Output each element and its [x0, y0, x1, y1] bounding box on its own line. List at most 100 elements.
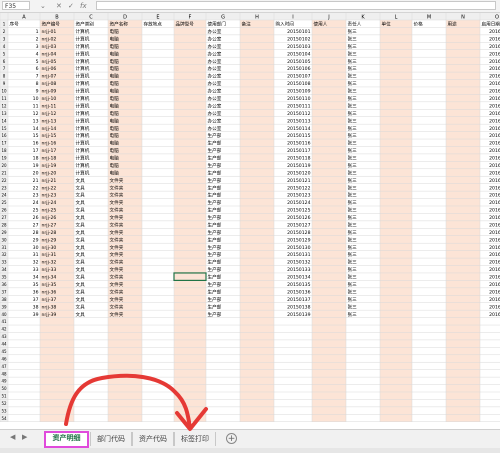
table-cell[interactable]: 1 [36, 29, 39, 35]
table-cell[interactable]: 20160108 [489, 81, 500, 87]
table-cell[interactable]: 20160133 [489, 267, 500, 273]
table-cell[interactable]: nrjj-09 [42, 89, 57, 95]
table-cell[interactable]: 办公室 [208, 35, 222, 42]
table-cell[interactable]: 文件夹 [110, 192, 124, 199]
table-cell[interactable]: 电脑 [110, 140, 120, 147]
column-header-f[interactable]: F [189, 15, 192, 21]
table-cell[interactable]: 20150123 [287, 193, 310, 199]
table-cell[interactable]: nrjj-38 [42, 304, 57, 310]
table-cell[interactable]: 11 [33, 103, 39, 109]
table-cell[interactable]: nrjj-11 [42, 103, 57, 109]
dropdown-icon[interactable]: ⌄ [40, 1, 46, 11]
table-cell[interactable]: 张三 [348, 58, 358, 65]
table-cell[interactable]: nrjj-36 [42, 289, 57, 295]
table-cell[interactable]: 电脑 [110, 65, 120, 72]
table-cell[interactable]: 20150132 [287, 260, 310, 266]
table-cell[interactable]: 计算机 [76, 88, 90, 95]
header-cell[interactable]: 存放地点 [144, 21, 163, 28]
table-cell[interactable]: 20150117 [287, 148, 310, 154]
table-cell[interactable]: nrjj-27 [42, 222, 57, 228]
table-cell[interactable]: 24 [33, 200, 39, 206]
table-cell[interactable]: 文具 [76, 207, 86, 214]
row-number[interactable]: 36 [1, 282, 7, 287]
table-cell[interactable]: 20150120 [287, 170, 310, 176]
table-cell[interactable]: nrjj-01 [42, 29, 57, 35]
table-cell[interactable]: 20150136 [287, 289, 310, 295]
table-cell[interactable]: 文件夹 [110, 303, 124, 310]
column-header-b[interactable]: B [55, 15, 59, 21]
table-cell[interactable]: 15 [33, 133, 39, 139]
table-cell[interactable]: 20160126 [489, 215, 500, 221]
table-cell[interactable]: 电脑 [110, 58, 120, 65]
row-number[interactable]: 45 [1, 349, 7, 354]
tab-label-print[interactable]: 标签打印 [174, 432, 216, 446]
row-number[interactable]: 31 [1, 245, 7, 250]
table-cell[interactable]: 20160119 [489, 163, 500, 169]
table-cell[interactable]: 生产部 [208, 214, 222, 221]
tab-asset-code[interactable]: 资产代码 [132, 432, 174, 446]
table-cell[interactable]: 电脑 [110, 35, 120, 42]
table-cell[interactable]: 20150126 [287, 215, 310, 221]
table-cell[interactable]: 计算机 [76, 125, 90, 132]
table-cell[interactable]: 20160113 [489, 118, 500, 124]
fx-icon[interactable]: fx [80, 1, 87, 11]
column-header-e[interactable]: E [156, 15, 159, 21]
table-cell[interactable]: 计算机 [76, 58, 90, 65]
table-cell[interactable]: 张三 [348, 125, 358, 132]
table-cell[interactable]: 张三 [348, 288, 358, 295]
table-cell[interactable]: 20150133 [287, 267, 310, 273]
column-header-a[interactable]: A [22, 15, 26, 21]
header-cell[interactable]: 购入时间 [276, 21, 295, 28]
table-cell[interactable]: 文具 [76, 266, 86, 273]
header-cell[interactable]: 启用日期 [482, 21, 500, 28]
table-cell[interactable]: 张三 [348, 102, 358, 109]
column-header-o[interactable]: O [495, 15, 499, 21]
table-cell[interactable]: 20160110 [489, 96, 500, 102]
table-cell[interactable]: 张三 [348, 43, 358, 50]
table-cell[interactable]: 文件夹 [110, 274, 124, 281]
add-sheet-icon[interactable]: + [226, 433, 237, 444]
table-cell[interactable]: 20160128 [489, 230, 500, 236]
table-cell[interactable]: 电脑 [110, 132, 120, 139]
table-cell[interactable]: 20160132 [489, 260, 500, 266]
table-cell[interactable]: nrjj-23 [42, 193, 57, 199]
table-cell[interactable]: 22 [33, 185, 39, 191]
header-cell[interactable]: 单位 [382, 21, 392, 28]
row-number[interactable]: 48 [1, 371, 7, 376]
table-cell[interactable]: 张三 [348, 199, 358, 206]
table-cell[interactable]: 计算机 [76, 50, 90, 57]
table-cell[interactable]: nrjj-28 [42, 230, 57, 236]
table-cell[interactable]: 文件夹 [110, 296, 124, 303]
enter-icon[interactable]: ✓ [68, 1, 74, 11]
table-cell[interactable]: nrjj-20 [42, 170, 57, 176]
table-cell[interactable]: 20160127 [489, 222, 500, 228]
row-number[interactable]: 20 [1, 163, 7, 168]
row-number[interactable]: 21 [1, 170, 7, 175]
table-cell[interactable]: 文具 [76, 274, 86, 281]
table-cell[interactable]: 20150108 [287, 81, 310, 87]
row-number[interactable]: 15 [1, 126, 7, 131]
table-cell[interactable]: 20160121 [489, 178, 500, 184]
table-cell[interactable]: 张三 [348, 221, 358, 228]
table-cell[interactable]: 16 [33, 141, 39, 147]
row-number[interactable]: 52 [1, 401, 7, 406]
row-number[interactable]: 43 [1, 334, 7, 339]
table-cell[interactable]: 张三 [348, 162, 358, 169]
table-cell[interactable]: 10 [33, 96, 39, 102]
table-cell[interactable]: 文件夹 [110, 214, 124, 221]
table-cell[interactable]: 张三 [348, 140, 358, 147]
table-cell[interactable]: 20160117 [489, 148, 500, 154]
table-cell[interactable]: 文具 [76, 184, 86, 191]
table-cell[interactable]: nrjj-35 [42, 282, 57, 288]
row-number[interactable]: 4 [3, 44, 6, 49]
prev-sheet-icon[interactable]: ◀ [10, 433, 15, 441]
table-cell[interactable]: 21 [33, 178, 39, 184]
table-cell[interactable]: 电脑 [110, 155, 120, 162]
table-cell[interactable]: 20150102 [287, 36, 310, 42]
column-header-j[interactable]: J [327, 15, 329, 21]
table-cell[interactable]: 20160111 [489, 103, 500, 109]
table-cell[interactable]: 20160138 [489, 304, 500, 310]
table-cell[interactable]: 文具 [76, 236, 86, 243]
name-box[interactable]: F35 [2, 1, 30, 10]
table-cell[interactable]: 20150125 [287, 208, 310, 214]
